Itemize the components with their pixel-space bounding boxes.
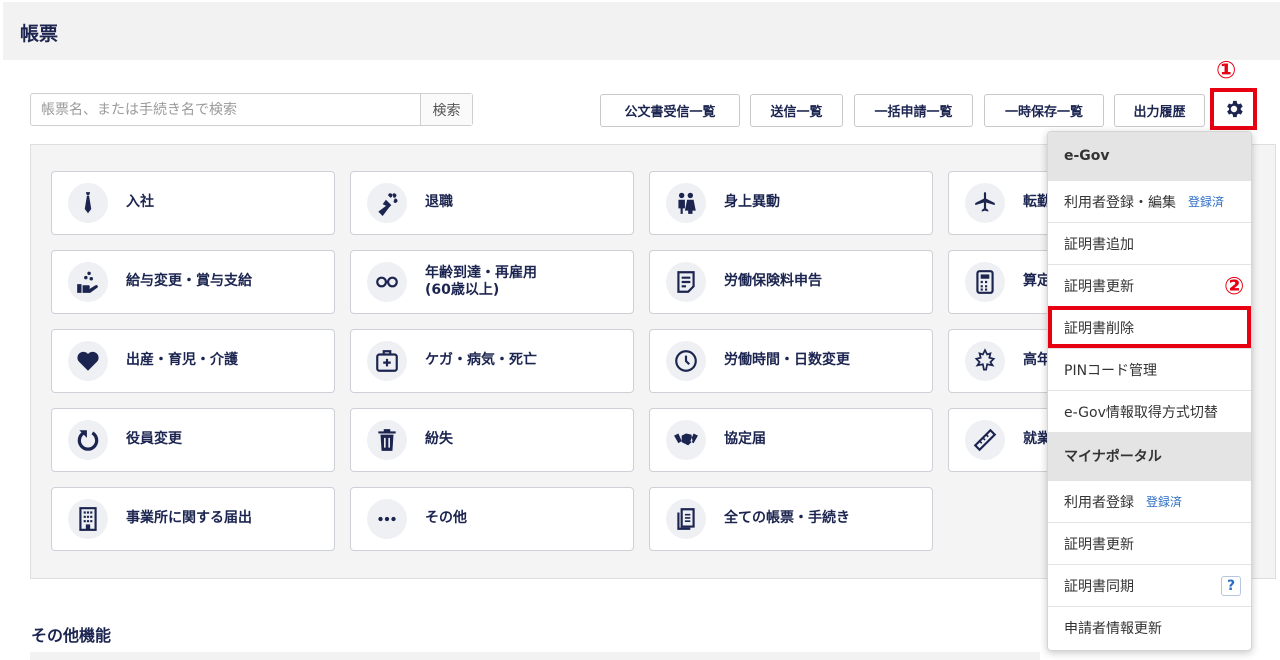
search-input[interactable] — [31, 94, 420, 125]
registered-badge: 登録済 — [1146, 495, 1183, 509]
sent-list-button[interactable]: 送信一覧 — [750, 94, 843, 127]
tile-taishoku[interactable]: 退職 — [350, 171, 634, 235]
other-functions-divider — [30, 652, 1040, 660]
menu-item-label: 利用者登録・編集 — [1064, 194, 1176, 211]
tile-yakuin[interactable]: 役員変更 — [51, 408, 335, 472]
rotate-icon — [68, 420, 108, 460]
tile-funshitsu[interactable]: 紛失 — [350, 408, 634, 472]
tile-rodo-jikan[interactable]: 労働時間・日数変更 — [649, 329, 933, 393]
tile-sonota[interactable]: その他 — [350, 487, 634, 551]
tile-jigyosho[interactable]: 事業所に関する届出 — [51, 487, 335, 551]
tie-icon — [68, 183, 108, 223]
tile-label: 事業所に関する届出 — [126, 510, 252, 527]
menu-item-egov-pin-manage[interactable]: PINコード管理 — [1048, 348, 1251, 390]
heart-icon — [68, 341, 108, 381]
tile-label: 紛失 — [425, 431, 453, 448]
glasses-icon — [367, 262, 407, 302]
settings-dropdown-menu: e-Gov 利用者登録・編集 登録済 証明書追加 証明書更新 証明書削除 PIN… — [1047, 131, 1252, 651]
tile-label: 給与変更・賞与支給 — [126, 273, 252, 290]
annotation-1: ① — [1216, 56, 1237, 84]
menu-section-mynaportal: マイナポータル — [1048, 432, 1251, 480]
tile-label: 退職 — [425, 194, 453, 211]
tile-label: 全ての帳票・手続き — [724, 510, 850, 527]
first-aid-icon — [367, 341, 407, 381]
tile-label: 労働保険料申告 — [724, 273, 822, 290]
maple-leaf-icon — [965, 341, 1005, 381]
gear-icon — [1226, 100, 1243, 118]
annotation-2: ② — [1224, 272, 1245, 300]
menu-item-label: 利用者登録 — [1064, 494, 1134, 511]
menu-item-egov-cert-update[interactable]: 証明書更新 — [1048, 264, 1251, 306]
ellipsis-icon — [367, 499, 407, 539]
tile-kega[interactable]: ケガ・病気・死亡 — [350, 329, 634, 393]
tile-shinjo[interactable]: 身上異動 — [649, 171, 933, 235]
handshake-icon — [666, 420, 706, 460]
tile-kyotei[interactable]: 協定届 — [649, 408, 933, 472]
bulk-list-button[interactable]: 一括申請一覧 — [854, 94, 973, 127]
documents-icon — [666, 499, 706, 539]
menu-item-myna-user-register[interactable]: 利用者登録 登録済 — [1048, 480, 1251, 522]
building-icon — [68, 499, 108, 539]
registered-badge: 登録済 — [1188, 195, 1225, 209]
tile-nyusha[interactable]: 入社 — [51, 171, 335, 235]
menu-item-label: 証明書同期 — [1064, 578, 1134, 595]
menu-item-myna-applicant-update[interactable]: 申請者情報更新 — [1048, 606, 1251, 648]
ruler-icon — [965, 420, 1005, 460]
other-functions-title: その他機能 — [31, 626, 112, 645]
help-icon[interactable]: ? — [1221, 576, 1241, 596]
tile-label: 出産・育児・介護 — [126, 352, 238, 369]
document-icon — [666, 262, 706, 302]
menu-section-egov: e-Gov — [1048, 132, 1251, 180]
tile-label: 年齢到達・再雇用 (60歳以上) — [425, 264, 537, 299]
tile-label: 協定届 — [724, 431, 766, 448]
menu-item-egov-user-register[interactable]: 利用者登録・編集 登録済 — [1048, 180, 1251, 222]
settings-button[interactable] — [1210, 88, 1257, 130]
airplane-icon — [965, 183, 1005, 223]
menu-item-egov-cert-delete[interactable]: 証明書削除 — [1048, 306, 1251, 348]
hand-coins-icon — [68, 262, 108, 302]
page-title: 帳票 — [20, 23, 59, 45]
tile-label: ケガ・病気・死亡 — [425, 352, 537, 369]
tile-all-forms[interactable]: 全ての帳票・手続き — [649, 487, 933, 551]
tile-label: その他 — [425, 510, 467, 527]
clock-icon — [666, 341, 706, 381]
menu-item-myna-cert-sync[interactable]: 証明書同期 ? — [1048, 564, 1251, 606]
received-list-button[interactable]: 公文書受信一覧 — [600, 94, 740, 127]
search-box: 検索 — [30, 93, 473, 126]
saved-list-button[interactable]: 一時保存一覧 — [984, 94, 1104, 127]
tile-shussan[interactable]: 出産・育児・介護 — [51, 329, 335, 393]
menu-item-myna-cert-update[interactable]: 証明書更新 — [1048, 522, 1251, 564]
tile-label: 労働時間・日数変更 — [724, 352, 850, 369]
page-header: 帳票 — [3, 2, 1280, 60]
tile-rodo-hoken[interactable]: 労働保険料申告 — [649, 250, 933, 314]
output-history-button[interactable]: 出力履歴 — [1114, 94, 1205, 127]
bouquet-icon — [367, 183, 407, 223]
tile-label: 入社 — [126, 194, 154, 211]
tile-label: 身上異動 — [724, 194, 780, 211]
calculator-icon — [965, 262, 1005, 302]
wedding-couple-icon — [666, 183, 706, 223]
trash-icon — [367, 420, 407, 460]
menu-item-egov-cert-add[interactable]: 証明書追加 — [1048, 222, 1251, 264]
search-button[interactable]: 検索 — [420, 94, 472, 125]
tile-kyuyo[interactable]: 給与変更・賞与支給 — [51, 250, 335, 314]
menu-item-egov-info-method[interactable]: e-Gov情報取得方式切替 — [1048, 390, 1251, 432]
tile-label: 役員変更 — [126, 431, 182, 448]
tile-nenrei[interactable]: 年齢到達・再雇用 (60歳以上) — [350, 250, 634, 314]
